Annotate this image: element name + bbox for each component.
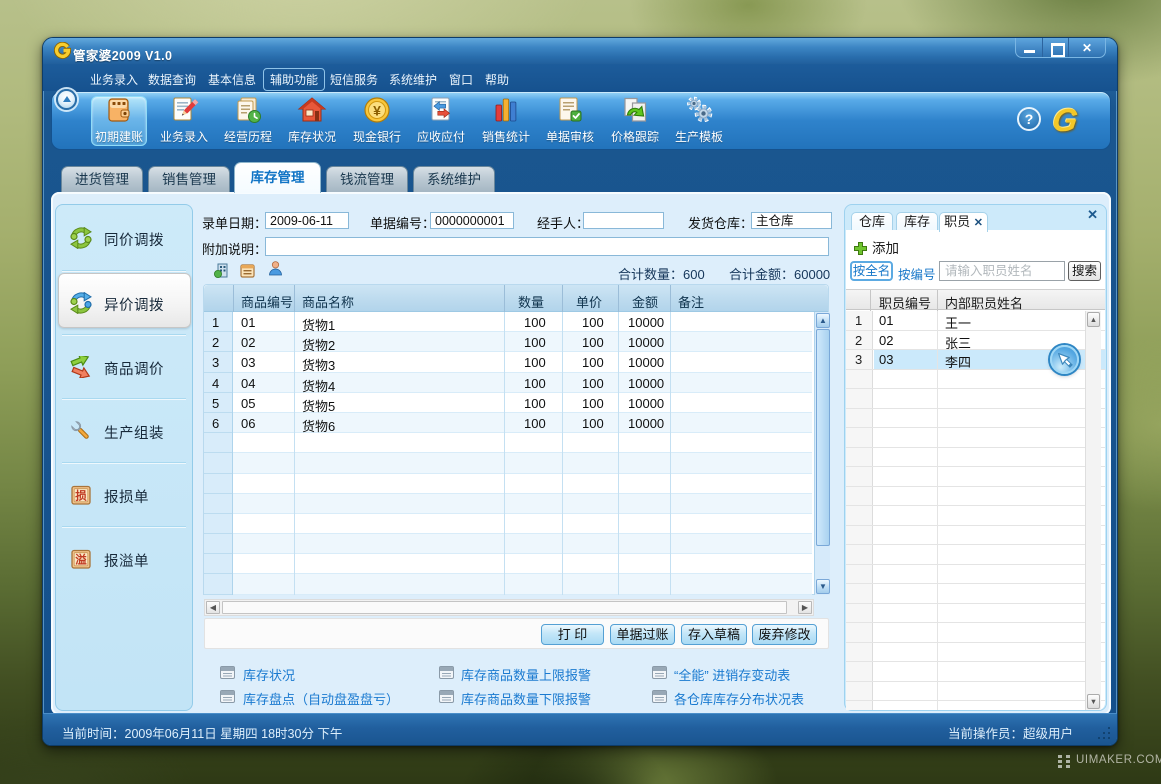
svg-text:损: 损 [75, 489, 87, 503]
svg-text:溢: 溢 [75, 553, 87, 567]
svg-text:¥: ¥ [373, 103, 381, 119]
